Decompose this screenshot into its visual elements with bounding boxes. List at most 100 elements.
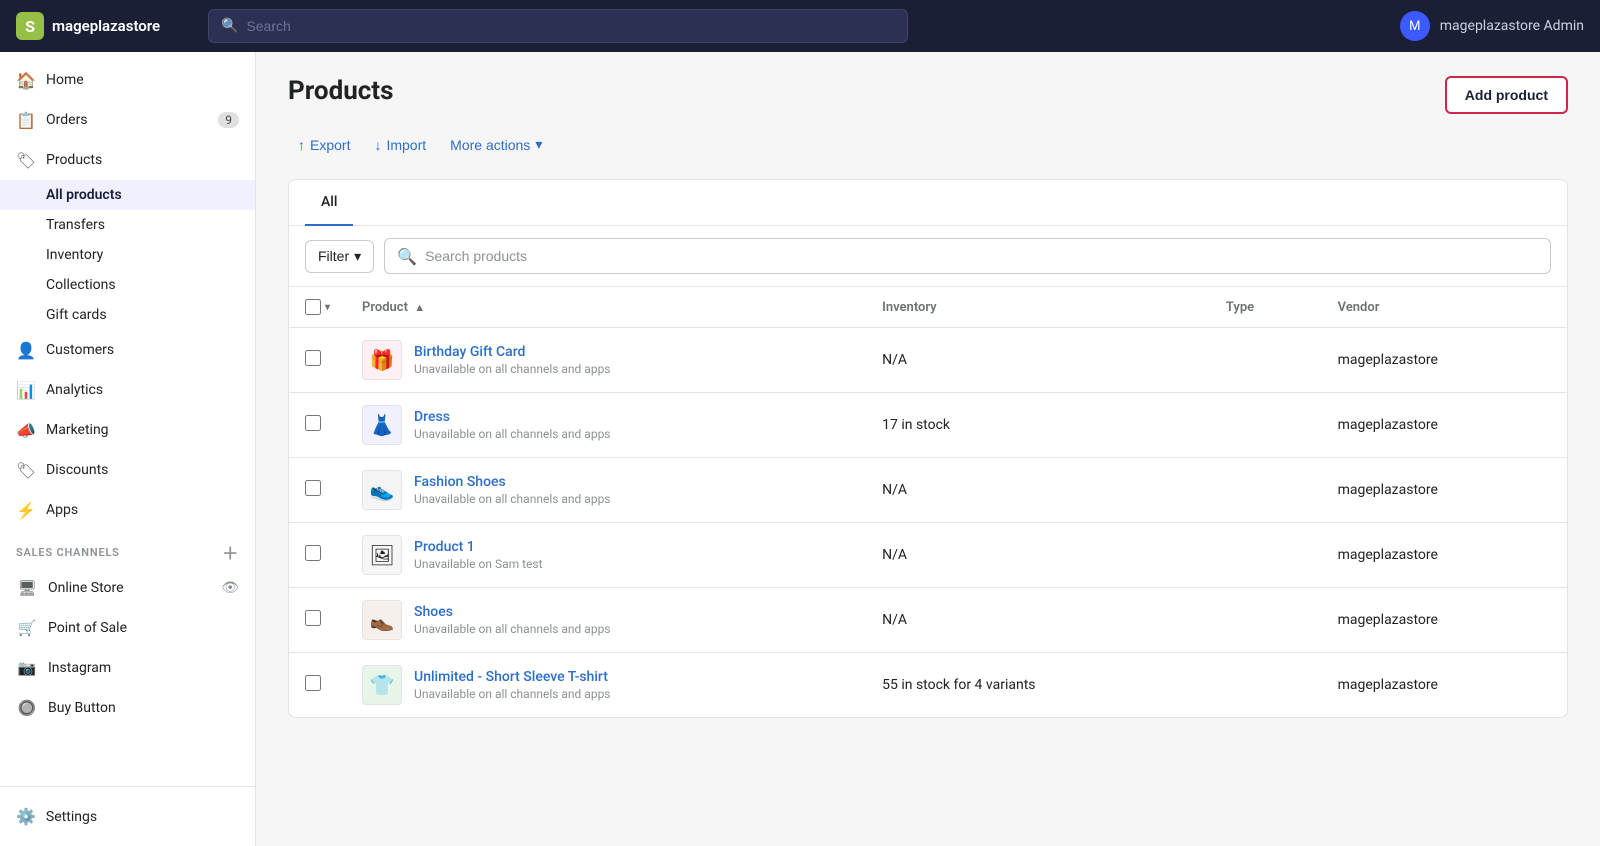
- table-row: 👟 Fashion Shoes Unavailable on all chann…: [289, 458, 1567, 523]
- sidebar-item-apps[interactable]: ⚡ Apps: [0, 490, 255, 530]
- export-button[interactable]: ↑ Export: [288, 131, 360, 159]
- page-header: Products Add product: [288, 76, 1568, 114]
- table-row: 🎁 Birthday Gift Card Unavailable on all …: [289, 328, 1567, 393]
- sidebar-item-marketing[interactable]: 📣 Marketing: [0, 410, 255, 450]
- table-row: 👗 Dress Unavailable on all channels and …: [289, 393, 1567, 458]
- checkbox-dropdown-arrow[interactable]: ▾: [325, 302, 330, 313]
- search-products-icon: 🔍: [397, 247, 417, 266]
- row-checkbox-6[interactable]: [305, 675, 321, 691]
- import-button[interactable]: ↓ Import: [364, 131, 436, 159]
- buy-button-icon: 🔘: [16, 697, 38, 719]
- home-icon: 🏠: [16, 70, 36, 90]
- product-info-2: Dress Unavailable on all channels and ap…: [414, 409, 610, 441]
- settings-icon: ⚙️: [16, 807, 36, 826]
- row-checkbox-4[interactable]: [305, 545, 321, 561]
- th-checkbox: ▾: [289, 287, 346, 328]
- products-table-card: All Filter ▾ 🔍: [288, 179, 1568, 718]
- product-name-5[interactable]: Shoes: [414, 604, 610, 620]
- filter-chevron-icon: ▾: [354, 248, 361, 265]
- sidebar-subitem-transfers[interactable]: Transfers: [0, 210, 255, 240]
- product-thumb-3: 👟: [362, 470, 402, 510]
- sidebar-subitem-all-products[interactable]: All products: [0, 180, 255, 210]
- product-thumb-1: 🎁: [362, 340, 402, 380]
- table-row: 👞 Shoes Unavailable on all channels and …: [289, 588, 1567, 653]
- apps-icon: ⚡: [16, 500, 36, 520]
- product-sub-6: Unavailable on all channels and apps: [414, 687, 610, 701]
- row-checkbox-2[interactable]: [305, 415, 321, 431]
- row-product-cell-4: 🖼 Product 1 Unavailable on Sam test: [346, 523, 866, 588]
- sales-channel-online-store[interactable]: 🖥 Online Store 👁: [0, 568, 255, 608]
- product-name-3[interactable]: Fashion Shoes: [414, 474, 610, 490]
- sidebar-footer: ⚙️ Settings: [0, 786, 255, 846]
- sidebar-item-products[interactable]: 🏷 Products: [0, 140, 255, 180]
- row-inventory-6: 55 in stock for 4 variants: [866, 653, 1210, 718]
- row-vendor-4: mageplazastore: [1322, 523, 1567, 588]
- row-inventory-3: N/A: [866, 458, 1210, 523]
- marketing-icon: 📣: [16, 420, 36, 440]
- row-checkbox-1[interactable]: [305, 350, 321, 366]
- sidebar-subitem-inventory[interactable]: Inventory: [0, 240, 255, 270]
- sales-channel-buy-button[interactable]: 🔘 Buy Button: [0, 688, 255, 728]
- product-thumb-6: 👕: [362, 665, 402, 705]
- row-inventory-5: N/A: [866, 588, 1210, 653]
- sales-channel-pos[interactable]: 🛒 Point of Sale: [0, 608, 255, 648]
- sidebar: 🏠 Home 📋 Orders 9 🏷 Products All product…: [0, 52, 256, 846]
- row-vendor-5: mageplazastore: [1322, 588, 1567, 653]
- row-type-5: [1210, 588, 1322, 653]
- brand[interactable]: S mageplazastore: [16, 12, 196, 40]
- th-type: Type: [1210, 287, 1322, 328]
- sidebar-item-settings[interactable]: ⚙️ Settings: [0, 795, 255, 838]
- product-thumb-4: 🖼: [362, 535, 402, 575]
- product-name-6[interactable]: Unlimited - Short Sleeve T-shirt: [414, 669, 610, 685]
- row-checkbox-5[interactable]: [305, 610, 321, 626]
- sales-channel-instagram[interactable]: 📷 Instagram: [0, 648, 255, 688]
- brand-name: mageplazastore: [52, 17, 160, 35]
- product-info-6: Unlimited - Short Sleeve T-shirt Unavail…: [414, 669, 610, 701]
- product-sub-4: Unavailable on Sam test: [414, 557, 542, 571]
- tab-all[interactable]: All: [305, 180, 353, 226]
- row-inventory-4: N/A: [866, 523, 1210, 588]
- product-name-2[interactable]: Dress: [414, 409, 610, 425]
- sidebar-nav: 🏠 Home 📋 Orders 9 🏷 Products All product…: [0, 52, 255, 786]
- avatar[interactable]: M: [1400, 11, 1430, 41]
- pos-icon: 🛒: [16, 617, 38, 639]
- import-icon: ↓: [374, 137, 381, 153]
- page-title: Products: [288, 76, 393, 106]
- row-checkbox-3[interactable]: [305, 480, 321, 496]
- product-name-1[interactable]: Birthday Gift Card: [414, 344, 610, 360]
- row-inventory-2: 17 in stock: [866, 393, 1210, 458]
- products-table: ▾ Product ▲ Inventory Type Vendor: [289, 287, 1567, 717]
- layout: 🏠 Home 📋 Orders 9 🏷 Products All product…: [0, 52, 1600, 846]
- sidebar-item-customers[interactable]: 👤 Customers: [0, 330, 255, 370]
- filter-row: Filter ▾ 🔍: [289, 226, 1567, 287]
- sidebar-item-analytics[interactable]: 📊 Analytics: [0, 370, 255, 410]
- row-type-3: [1210, 458, 1322, 523]
- sidebar-subitem-gift-cards[interactable]: Gift cards: [0, 300, 255, 330]
- row-type-6: [1210, 653, 1322, 718]
- search-input[interactable]: [246, 18, 895, 34]
- orders-icon: 📋: [16, 110, 36, 130]
- row-vendor-1: mageplazastore: [1322, 328, 1567, 393]
- products-icon: 🏷: [16, 150, 36, 170]
- add-product-button[interactable]: Add product: [1445, 76, 1568, 114]
- product-thumb-5: 👞: [362, 600, 402, 640]
- search-products-input[interactable]: [425, 248, 1538, 264]
- select-all-checkbox[interactable]: [305, 299, 321, 315]
- sidebar-item-home[interactable]: 🏠 Home: [0, 60, 255, 100]
- search-bar[interactable]: 🔍: [208, 9, 908, 43]
- filter-button[interactable]: Filter ▾: [305, 240, 374, 273]
- customers-icon: 👤: [16, 340, 36, 360]
- th-product[interactable]: Product ▲: [346, 287, 866, 328]
- add-sales-channel-button[interactable]: ＋: [222, 540, 239, 564]
- table-head: ▾ Product ▲ Inventory Type Vendor: [289, 287, 1567, 328]
- row-product-cell-2: 👗 Dress Unavailable on all channels and …: [346, 393, 866, 458]
- row-product-cell-6: 👕 Unlimited - Short Sleeve T-shirt Unava…: [346, 653, 866, 718]
- search-products-bar[interactable]: 🔍: [384, 238, 1551, 274]
- eye-icon[interactable]: 👁: [221, 580, 239, 596]
- sidebar-item-discounts[interactable]: 🏷 Discounts: [0, 450, 255, 490]
- more-actions-button[interactable]: More actions ▾: [440, 130, 552, 159]
- analytics-icon: 📊: [16, 380, 36, 400]
- sidebar-subitem-collections[interactable]: Collections: [0, 270, 255, 300]
- product-name-4[interactable]: Product 1: [414, 539, 542, 555]
- sidebar-item-orders[interactable]: 📋 Orders 9: [0, 100, 255, 140]
